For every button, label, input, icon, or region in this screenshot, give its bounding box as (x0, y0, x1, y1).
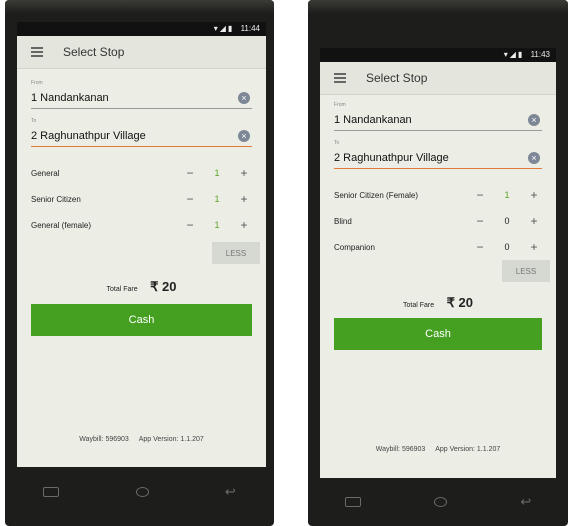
quantity-stepper: − 1 + (472, 188, 542, 202)
plus-icon[interactable]: + (526, 214, 542, 228)
app-version-text: App Version: 1.1.207 (138, 436, 204, 443)
cash-button[interactable]: Cash (334, 318, 542, 350)
minus-icon[interactable]: − (182, 218, 198, 232)
from-stop-value: 1 Nandankanan (31, 92, 109, 104)
passenger-count: 1 (214, 194, 220, 204)
quantity-stepper: − 1 + (182, 218, 252, 232)
passenger-row-senior-citizen-female: Senior Citizen (Female) − 1 + (334, 184, 542, 206)
passenger-type-label: General (female) (31, 220, 92, 230)
status-time: 11:43 (530, 50, 550, 59)
plus-icon[interactable]: + (236, 218, 252, 232)
home-icon[interactable] (135, 487, 149, 497)
from-stop-field[interactable]: From 1 Nandankanan × (31, 80, 252, 109)
to-stop-value: 2 Raghunathpur Village (334, 152, 449, 164)
status-bar: ▾◢▮ 11:44 (17, 22, 266, 36)
app-version-text: App Version: 1.1.207 (435, 446, 501, 453)
page-title: Select Stop (63, 45, 125, 59)
to-field-label: To (334, 140, 340, 146)
minus-icon[interactable]: − (472, 214, 488, 228)
hamburger-icon[interactable] (31, 45, 43, 59)
quantity-stepper: − 1 + (182, 192, 252, 206)
to-stop-value: 2 Raghunathpur Village (31, 130, 146, 142)
signal-battery-icon: ▾◢▮ (213, 24, 235, 33)
phone-screen-left: ▾◢▮ 11:44 Select Stop From 1 Nandankanan… (17, 22, 266, 467)
passenger-row-blind: Blind − 0 + (334, 210, 542, 232)
phone-bezel (308, 0, 568, 14)
recent-apps-icon[interactable] (43, 487, 60, 497)
minus-icon[interactable]: − (472, 188, 488, 202)
passenger-type-label: Senior Citizen (31, 194, 81, 204)
passenger-row-senior-citizen: Senior Citizen − 1 + (31, 188, 252, 210)
passenger-count: 1 (214, 220, 220, 230)
from-stop-value: 1 Nandankanan (334, 114, 412, 126)
total-fare-label: Total Fare (106, 286, 138, 293)
less-button[interactable]: LESS (502, 260, 550, 282)
clear-icon[interactable]: × (238, 130, 250, 142)
home-icon[interactable] (434, 497, 448, 507)
passenger-type-label: Companion (334, 242, 375, 252)
minus-icon[interactable]: − (182, 192, 198, 206)
passenger-count: 0 (504, 242, 510, 252)
cash-button[interactable]: Cash (31, 304, 252, 336)
to-field-label: To (31, 118, 37, 124)
less-button[interactable]: LESS (212, 242, 260, 264)
footer-info: Waybill: 596903 App Version: 1.1.207 (320, 446, 556, 453)
total-fare-value: ₹ 20 (446, 295, 473, 310)
passenger-row-companion: Companion − 0 + (334, 236, 542, 258)
phone-photo-left: ▾◢▮ 11:44 Select Stop From 1 Nandankanan… (5, 0, 274, 526)
phone-screen-right: ▾◢▮ 11:43 Select Stop From 1 Nandankanan… (320, 48, 556, 478)
from-field-label: From (31, 80, 43, 86)
quantity-stepper: − 0 + (472, 240, 542, 254)
clear-icon[interactable]: × (528, 114, 540, 126)
minus-icon[interactable]: − (472, 240, 488, 254)
app-bar: Select Stop (17, 36, 266, 69)
minus-icon[interactable]: − (182, 166, 198, 180)
from-stop-field[interactable]: From 1 Nandankanan × (334, 102, 542, 131)
app-bar: Select Stop (320, 62, 556, 95)
clear-icon[interactable]: × (238, 92, 250, 104)
recent-apps-icon[interactable] (344, 497, 361, 507)
page-title: Select Stop (366, 71, 428, 85)
waybill-text: Waybill: 596903 (375, 446, 426, 453)
passenger-type-label: General (31, 168, 60, 178)
passenger-count: 1 (214, 168, 220, 178)
footer-info: Waybill: 596903 App Version: 1.1.207 (17, 436, 266, 443)
phone-bezel (5, 0, 274, 14)
back-icon[interactable]: ↩ (225, 484, 236, 500)
quantity-stepper: − 1 + (182, 166, 252, 180)
passenger-row-general: General − 1 + (31, 162, 252, 184)
android-nav-bar: ↩ (308, 484, 568, 520)
android-nav-bar: ↩ (5, 474, 274, 510)
clear-icon[interactable]: × (528, 152, 540, 164)
to-stop-field[interactable]: To 2 Raghunathpur Village × (31, 118, 252, 147)
status-time: 11:44 (240, 24, 260, 33)
from-field-label: From (334, 102, 346, 108)
total-fare: Total Fare ₹ 20 (320, 294, 556, 312)
status-bar: ▾◢▮ 11:43 (320, 48, 556, 62)
quantity-stepper: − 0 + (472, 214, 542, 228)
plus-icon[interactable]: + (236, 192, 252, 206)
passenger-type-label: Senior Citizen (Female) (334, 190, 419, 200)
to-stop-field[interactable]: To 2 Raghunathpur Village × (334, 140, 542, 169)
plus-icon[interactable]: + (526, 188, 542, 202)
passenger-count: 0 (504, 216, 510, 226)
total-fare-label: Total Fare (403, 302, 435, 309)
passenger-type-label: Blind (334, 216, 352, 226)
total-fare-value: ₹ 20 (150, 279, 177, 294)
plus-icon[interactable]: + (236, 166, 252, 180)
total-fare: Total Fare ₹ 20 (17, 278, 266, 296)
plus-icon[interactable]: + (526, 240, 542, 254)
passenger-count: 1 (504, 190, 510, 200)
back-icon[interactable]: ↩ (520, 494, 531, 510)
signal-battery-icon: ▾◢▮ (503, 50, 525, 59)
phone-photo-right: ▾◢▮ 11:43 Select Stop From 1 Nandankanan… (308, 0, 568, 526)
waybill-text: Waybill: 596903 (79, 436, 129, 443)
hamburger-icon[interactable] (334, 71, 346, 85)
passenger-row-general-female: General (female) − 1 + (31, 214, 252, 236)
